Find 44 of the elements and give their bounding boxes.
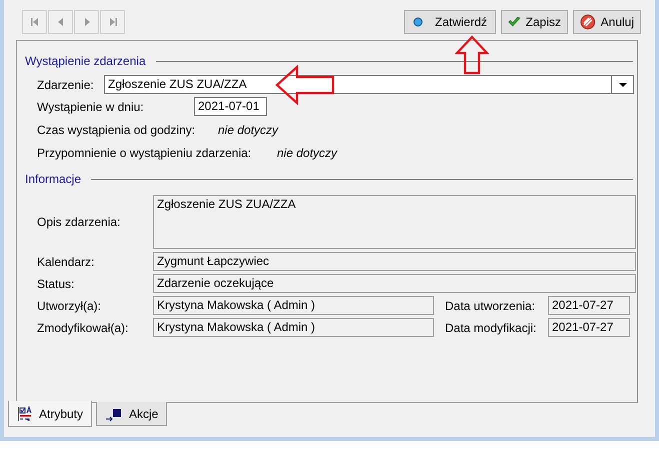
description-field: Zgłoszenie ZUS ZUA/ZZA [153, 195, 636, 249]
first-record-button[interactable] [22, 10, 47, 34]
save-button[interactable]: Zapisz [501, 10, 568, 34]
field-value: nie dotyczy [277, 146, 338, 160]
triangle-left-icon [56, 17, 66, 27]
field-label: Wystąpienie w dniu: [37, 100, 145, 114]
arrow-annotation [455, 35, 489, 75]
date-field: 2021-07-27 [548, 296, 630, 315]
next-record-button[interactable] [74, 10, 99, 34]
arrow-annotation [275, 65, 335, 105]
date-field: 2021-07-27 [548, 318, 630, 337]
readonly-field: Krystyna Makowska ( Admin ) [153, 296, 434, 315]
field-value: nie dotyczy [218, 123, 278, 137]
readonly-field: Krystyna Makowska ( Admin ) [153, 318, 434, 337]
field-label: Data utworzenia: [445, 298, 536, 312]
readonly-field: Zygmunt Łapczywiec [153, 252, 636, 271]
field-label: Utworzył(a): [37, 298, 102, 312]
dropdown-button[interactable] [612, 75, 634, 94]
field-label: Czas wystąpienia od godziny: [37, 123, 196, 137]
field-label: Zdarzenie: [37, 78, 95, 92]
confirm-button[interactable]: Zatwierdź [404, 10, 496, 34]
section-title: Informacje [25, 172, 82, 186]
field-label: Zmodyfikował(a): [37, 320, 130, 334]
skip-forward-icon [108, 17, 118, 27]
field-label: Data modyfikacji: [445, 320, 538, 334]
prohibited-icon [580, 14, 596, 30]
event-combobox[interactable]: Zgłoszenie ZUS ZUA/ZZA [104, 75, 612, 94]
date-field[interactable]: 2021-07-01 [194, 97, 267, 116]
field-label: Kalendarz: [37, 254, 96, 268]
last-record-button[interactable] [100, 10, 125, 34]
field-label: Opis zdarzenia: [37, 215, 122, 229]
dot-icon [412, 17, 423, 27]
tab[interactable]: Akcje [96, 402, 168, 426]
skip-back-icon [30, 17, 40, 27]
section-title: Wystąpienie zdarzenia [25, 54, 146, 68]
cancel-button[interactable]: Anuluj [573, 10, 641, 34]
field-label: Status: [37, 276, 76, 290]
form-icon [17, 406, 33, 422]
checkmark-icon [508, 15, 521, 29]
caret-icon [618, 82, 626, 86]
tab[interactable]: Atrybuty [8, 401, 92, 427]
previous-record-button[interactable] [48, 10, 73, 34]
readonly-field: Zdarzenie oczekujące [153, 274, 636, 293]
field-label: Przypomnienie o wystąpieniu zdarzenia: [37, 146, 252, 160]
